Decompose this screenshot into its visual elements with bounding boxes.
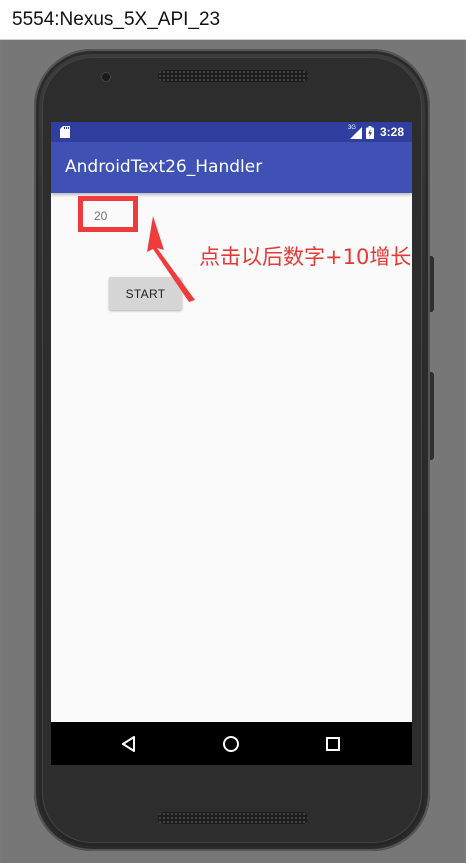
app-title: AndroidText26_Handler [65,157,263,177]
bottom-speaker-grille [158,812,308,824]
status-time: 3:28 [379,125,404,139]
app-bar: AndroidText26_Handler [51,142,412,193]
volume-button[interactable] [430,372,434,460]
status-icons: 3G 3:28 [347,124,404,140]
window-titlebar: 5554:Nexus_5X_API_23 [0,0,466,40]
sd-card-icon [60,126,70,138]
device-screen: 3G 3:28 AndroidText26_Handler 20 START 点… [51,122,412,765]
signal-icon: 3G [347,125,362,139]
front-camera-icon [102,73,110,81]
window-title: 5554:Nexus_5X_API_23 [12,9,221,30]
status-bar: 3G 3:28 [51,122,412,142]
power-button[interactable] [430,256,434,312]
annotation-text: 点击以后数字+10增长 [199,245,412,269]
home-icon[interactable] [219,732,243,756]
navigation-bar [51,722,412,765]
network-type: 3G [347,125,356,131]
back-icon[interactable] [117,732,141,756]
recents-icon[interactable] [321,732,345,756]
battery-icon [365,125,374,139]
annotation-arrow-icon [147,216,195,302]
highlight-box [78,196,138,232]
top-speaker-grille [158,70,308,82]
